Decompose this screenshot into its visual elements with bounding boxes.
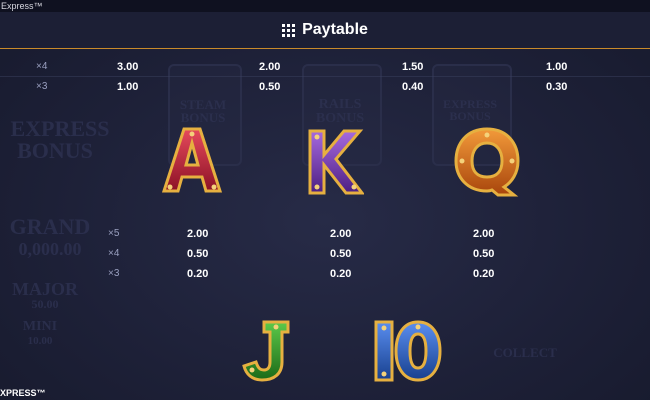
symbol-q: Q: [450, 125, 524, 199]
top-row-1-value-2: 0.40: [402, 81, 424, 93]
header-title-group: Paytable: [0, 12, 650, 48]
paytable-header: Paytable: [0, 12, 650, 49]
pay-q-x3: 0.20: [473, 268, 495, 280]
symbol-j: J: [240, 318, 294, 384]
bg-grand-text: GRAND: [9, 214, 91, 239]
symbol-10: IO: [372, 318, 444, 384]
footer-brand: XPRESS™: [0, 388, 46, 398]
app-title: Express™: [1, 1, 43, 11]
top-row-0-value-0: 3.00: [117, 61, 139, 73]
bg-mini-text: MINI: [22, 319, 58, 334]
top-row-1-value-3: 0.30: [546, 81, 568, 93]
bg-major-value: 50.00: [31, 297, 59, 311]
top-row-0-value-1: 2.00: [259, 61, 281, 73]
bg-mini-value: 10.00: [27, 335, 53, 347]
letter-q-icon: [454, 127, 520, 197]
bg-major-text: MAJOR: [12, 279, 78, 299]
grid-menu-icon[interactable]: [282, 23, 296, 37]
pay-a-x4: 0.50: [187, 248, 209, 260]
letter-k-icon: [308, 129, 364, 195]
pay-multiplier-x5: ×5: [108, 228, 120, 239]
symbol-a: A: [160, 125, 224, 197]
page-title: Paytable: [302, 21, 368, 38]
top-row-0-value-3: 1.00: [546, 61, 568, 73]
pay-a-x5: 2.00: [187, 228, 209, 240]
pay-multiplier-x3: ×3: [108, 268, 120, 279]
pay-k-x3: 0.20: [330, 268, 352, 280]
letter-j-icon: [242, 320, 290, 382]
bg-steam-bonus-text: STEAM BONUS: [179, 97, 227, 125]
pay-k-x5: 2.00: [330, 228, 352, 240]
footer-bar: XPRESS™: [0, 386, 650, 400]
window-title-bar: Express™: [0, 0, 650, 12]
bg-rails-bonus-text: RAILS BONUS: [315, 97, 365, 126]
bg-bonus-text: BONUS: [17, 138, 93, 163]
bg-express-text: EXPRESS: [10, 116, 110, 141]
pay-q-x5: 2.00: [473, 228, 495, 240]
bg-express-bonus-text-small: EXPRESS BONUS: [442, 97, 498, 123]
top-row-1-value-0: 1.00: [117, 81, 139, 93]
symbol-k: K: [304, 127, 364, 197]
top-row-1-value-1: 0.50: [259, 81, 281, 93]
background: STEAM BONUS RAILS BONUS EXPRESS BONUS EX…: [0, 0, 650, 400]
bg-collect-text: COLLECT: [493, 345, 557, 360]
letter-a-icon: [161, 127, 223, 193]
top-row-0-value-2: 1.50: [402, 61, 424, 73]
pay-k-x4: 0.50: [330, 248, 352, 260]
bg-grand-value: 0,000.00: [18, 239, 82, 259]
top-table-divider: [0, 76, 650, 77]
pay-a-x3: 0.20: [187, 268, 209, 280]
number-ten-icon: [374, 320, 442, 382]
pay-multiplier-x4: ×4: [108, 248, 120, 259]
top-row-0-multiplier: ×4: [36, 61, 48, 72]
top-row-1-multiplier: ×3: [36, 81, 48, 92]
pay-q-x4: 0.50: [473, 248, 495, 260]
